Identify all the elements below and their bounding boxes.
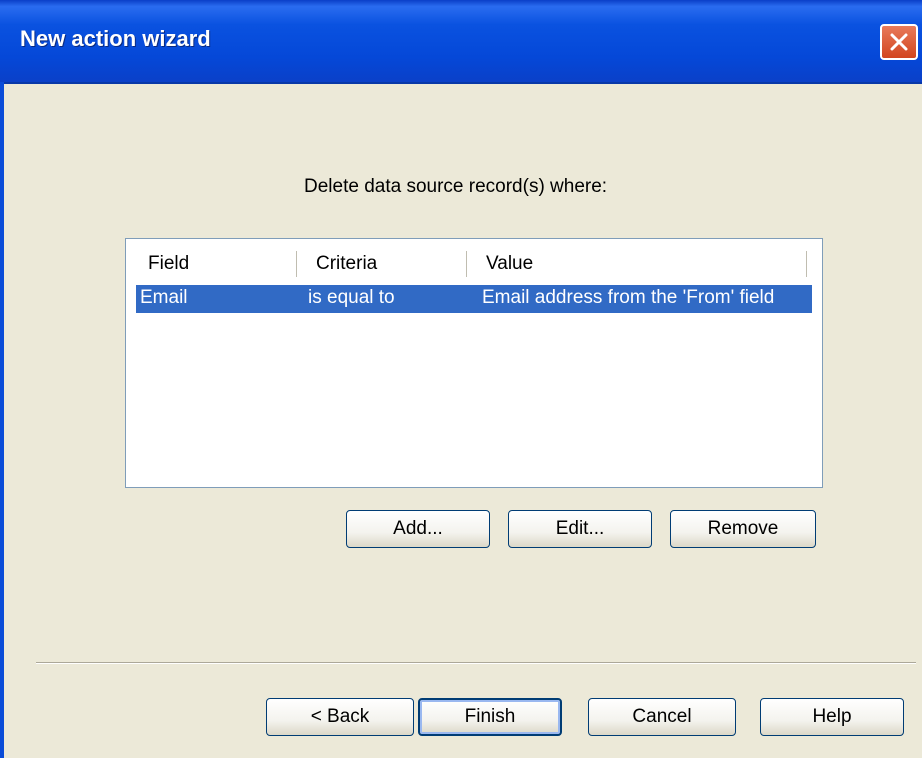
finish-button[interactable]: Finish [418, 698, 562, 736]
title-bar[interactable]: New action wizard [0, 0, 922, 84]
column-header-criteria[interactable]: Criteria [316, 253, 377, 275]
list-header: Field Criteria Value [136, 245, 814, 289]
prompt-label: Delete data source record(s) where: [304, 176, 608, 197]
cancel-button[interactable]: Cancel [588, 698, 736, 736]
column-header-value[interactable]: Value [486, 253, 533, 275]
cell-value: Email address from the 'From' field [482, 287, 775, 308]
window-title: New action wizard [20, 26, 211, 51]
wizard-window: New action wizard Delete data source rec… [0, 0, 922, 758]
window-border [0, 82, 4, 758]
divider-highlight [36, 663, 916, 664]
remove-button[interactable]: Remove [670, 510, 816, 548]
add-button[interactable]: Add... [346, 510, 490, 548]
back-button[interactable]: < Back [266, 698, 414, 736]
edit-button[interactable]: Edit... [508, 510, 652, 548]
list-row[interactable]: Email is equal to Email address from the… [136, 285, 812, 313]
close-icon [890, 33, 908, 51]
column-separator[interactable] [296, 251, 297, 277]
column-separator[interactable] [806, 251, 807, 277]
help-button[interactable]: Help [760, 698, 904, 736]
column-header-field[interactable]: Field [148, 253, 189, 275]
cell-field: Email [140, 287, 188, 308]
criteria-list[interactable]: Field Criteria Value Email is equal to E… [125, 238, 823, 488]
close-button[interactable] [880, 24, 918, 60]
cell-criteria: is equal to [308, 287, 395, 308]
column-separator[interactable] [466, 251, 467, 277]
